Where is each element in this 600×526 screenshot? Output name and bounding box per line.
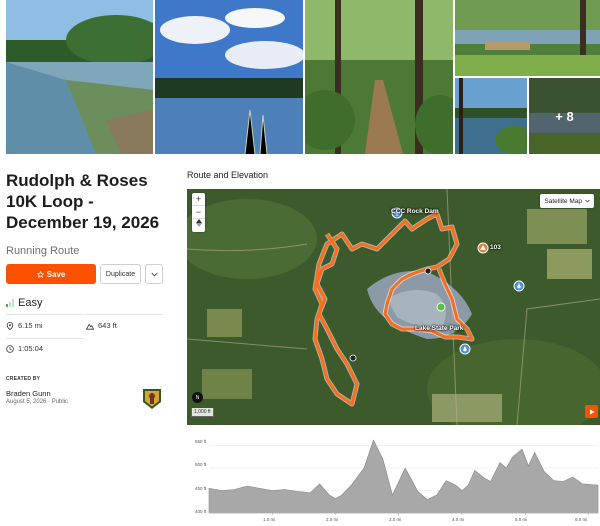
more-actions-button[interactable] xyxy=(145,264,163,284)
save-label: Save xyxy=(46,269,66,279)
gallery-photo-shore[interactable] xyxy=(455,78,527,154)
more-photos-count: + 8 xyxy=(529,78,600,154)
flyover-button[interactable] xyxy=(585,405,598,418)
x-tick-label: 2.0 mi xyxy=(326,517,339,522)
divider xyxy=(6,314,84,315)
poi-label-park[interactable]: Lake State Park xyxy=(415,325,463,332)
map-type-label: Satellite Map xyxy=(544,197,582,205)
star-icon xyxy=(36,270,44,278)
elevation-gain-stat: 643 ft xyxy=(86,321,117,330)
distance-stat: 6.15 mi xyxy=(6,321,43,330)
elevation-gain-value: 643 ft xyxy=(98,321,117,330)
route-map[interactable]: + − Satellite Map CCC Rock Dam 103 Lake … xyxy=(187,189,600,425)
creator-name[interactable]: Braden Gunn xyxy=(6,389,51,398)
x-tick-label: 1.0 mi xyxy=(263,517,276,522)
difficulty-bars-icon xyxy=(6,299,14,307)
y-tick-label: 450 ft xyxy=(195,486,207,491)
duplicate-button[interactable]: Duplicate xyxy=(100,264,141,284)
x-tick-label: 4.0 mi xyxy=(452,517,465,522)
gallery-photo-trail[interactable] xyxy=(305,0,453,154)
time-value: 1:05:04 xyxy=(18,344,44,353)
chevron-down-icon xyxy=(150,272,158,277)
time-stat: 1:05:04 xyxy=(6,344,43,353)
poi-label-peak[interactable]: 103 xyxy=(490,244,501,251)
elevation-chart[interactable]: 550 ft 500 ft 450 ft 400 ft 1.0 mi 2.0 m… xyxy=(187,433,600,526)
location-pin-icon xyxy=(6,321,14,330)
chevron-down-icon xyxy=(585,199,590,203)
direction-marker xyxy=(424,267,432,275)
start-marker xyxy=(436,302,446,312)
difficulty: Easy xyxy=(6,297,42,309)
x-tick-label: 6.0 mi xyxy=(575,517,588,522)
club-badge-icon[interactable] xyxy=(141,388,163,410)
satellite-imagery xyxy=(187,189,600,425)
reset-north-button[interactable] xyxy=(192,219,205,232)
divider xyxy=(6,338,84,339)
difficulty-label: Easy xyxy=(18,297,43,309)
distance-value: 6.15 mi xyxy=(18,321,43,330)
zoom-in-button[interactable]: + xyxy=(192,193,205,206)
save-button[interactable]: Save xyxy=(6,264,96,284)
route-type: Running Route xyxy=(6,245,80,257)
photo-gallery: + 8 xyxy=(0,0,600,154)
mountain-icon xyxy=(86,323,94,330)
y-tick-label: 400 ft xyxy=(195,509,207,514)
gallery-photo-lake[interactable] xyxy=(6,0,153,154)
gallery-photo-bridge[interactable] xyxy=(455,0,600,76)
map-type-select[interactable]: Satellite Map xyxy=(540,194,594,208)
x-tick-label: 5.0 mi xyxy=(515,517,528,522)
clock-icon xyxy=(6,344,14,353)
y-tick-label: 500 ft xyxy=(195,462,207,467)
gallery-photo-sky[interactable] xyxy=(155,0,303,154)
gallery-photo-more[interactable]: + 8 xyxy=(529,78,600,154)
zoom-out-button[interactable]: − xyxy=(192,206,205,219)
divider xyxy=(86,314,163,315)
poi-label-dam[interactable]: CCC Rock Dam xyxy=(391,208,439,215)
zoom-controls: + − xyxy=(192,193,205,232)
y-tick-label: 550 ft xyxy=(195,439,207,444)
map-scale: 1,000 ft xyxy=(191,408,214,417)
compass-arrow-icon xyxy=(195,219,202,227)
compass-icon[interactable]: N xyxy=(192,392,203,403)
play-icon xyxy=(589,409,594,414)
creator-meta: August 5, 2026 · Public xyxy=(6,399,69,405)
elevation-area xyxy=(208,439,599,514)
elevation-plot xyxy=(208,439,599,515)
route-title: Rudolph & Roses 10K Loop - December 19, … xyxy=(6,171,160,232)
created-by-heading: CREATED BY xyxy=(6,376,41,382)
direction-marker xyxy=(349,354,357,362)
map-heading: Route and Elevation xyxy=(187,170,269,180)
x-tick-label: 3.0 mi xyxy=(389,517,402,522)
